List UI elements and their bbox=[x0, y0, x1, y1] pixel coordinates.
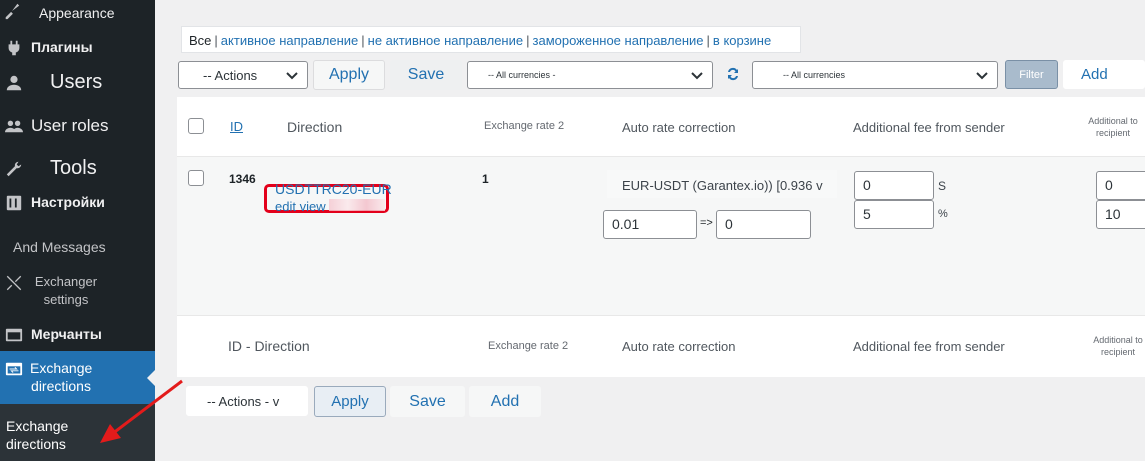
fee-sender-fixed-input[interactable]: 0 bbox=[854, 171, 934, 200]
fee-sender-fixed-unit: S bbox=[938, 179, 947, 193]
exchange-directions-icon bbox=[5, 360, 23, 378]
chevron-down-icon bbox=[691, 72, 703, 80]
save-button-bottom[interactable]: Save bbox=[390, 386, 465, 417]
chevron-down-icon bbox=[976, 72, 988, 80]
wrench-icon bbox=[5, 160, 23, 178]
auto-rate-to-input[interactable]: 0 bbox=[716, 210, 811, 239]
paintbrush-icon bbox=[3, 2, 21, 20]
sidebar-label-settings: Настройки bbox=[31, 194, 105, 210]
chevron-down-icon bbox=[286, 72, 298, 80]
table-footer-row: ID - Direction Exchange rate 2 Auto rate… bbox=[177, 315, 1145, 377]
sidebar-item-merchants[interactable]: Мерчанты bbox=[0, 323, 155, 347]
sidebar-item-users[interactable]: Users bbox=[0, 70, 155, 96]
auto-rate-source-select[interactable]: EUR-USDT (Garantex.io)) [0.936 v bbox=[607, 170, 837, 198]
row-checkbox[interactable] bbox=[188, 170, 204, 186]
auto-rate-from-input[interactable]: 0.01 bbox=[603, 210, 697, 239]
bulk-actions-value: -- Actions bbox=[203, 67, 258, 83]
column-header-id[interactable]: ID bbox=[230, 119, 243, 134]
row-id: 1346 bbox=[229, 172, 256, 186]
column-header-direction: Direction bbox=[287, 119, 343, 135]
add-button-bottom[interactable]: Add bbox=[469, 386, 541, 417]
bulk-actions-select-bottom[interactable]: -- Actions - v bbox=[186, 386, 308, 416]
sidebar-item-exchange-directions[interactable]: Exchange directions bbox=[0, 351, 155, 404]
active-menu-caret bbox=[147, 370, 155, 386]
filter-inactive[interactable]: не активное направление bbox=[368, 33, 523, 48]
sidebar-item-exchanger-settings[interactable]: Exchanger settings bbox=[0, 270, 155, 312]
sidebar-label-exchanger-settings: Exchanger settings bbox=[34, 274, 98, 307]
apply-button-top[interactable]: Apply bbox=[313, 60, 385, 90]
currency-from-value: -- All currencies - bbox=[488, 70, 556, 80]
plugin-icon bbox=[5, 39, 23, 57]
submenu-item-exchange-directions[interactable]: Exchange directions bbox=[0, 404, 155, 461]
filter-button[interactable]: Filter bbox=[1005, 60, 1058, 89]
submenu-label-exchange-directions: Exchange directions bbox=[6, 418, 69, 452]
column-header-fee-recipient: Additional to recipient bbox=[1088, 116, 1138, 138]
sidebar-label-exchange-directions: Exchange directions bbox=[30, 360, 93, 394]
edit-view-link[interactable]: edit view bbox=[275, 199, 326, 214]
currency-from-select[interactable]: -- All currencies - bbox=[467, 61, 713, 89]
fee-recipient-fixed-input[interactable]: 0 bbox=[1096, 171, 1145, 200]
sidebar-label-appearance: Appearance bbox=[39, 5, 115, 21]
sidebar-item-and-messages[interactable]: And Messages bbox=[0, 236, 155, 258]
sidebar-label-tools: Tools bbox=[50, 157, 97, 179]
auto-rate-arrow: => bbox=[700, 217, 713, 229]
swap-currencies-icon[interactable] bbox=[724, 65, 742, 83]
footer-auto-rate: Auto rate correction bbox=[622, 339, 736, 354]
row-exchange-rate: 1 bbox=[482, 172, 489, 186]
footer-fee-sender: Additional fee from sender bbox=[853, 339, 1005, 354]
settings-icon bbox=[5, 194, 23, 212]
user-icon bbox=[5, 74, 23, 92]
column-header-fee-sender: Additional fee from sender bbox=[853, 120, 1005, 135]
footer-id-direction: ID - Direction bbox=[228, 338, 310, 354]
currency-to-select[interactable]: -- All currencies bbox=[752, 61, 998, 89]
apply-button-bottom[interactable]: Apply bbox=[314, 386, 386, 417]
footer-fee-recipient: Additional to recipient bbox=[1093, 335, 1143, 357]
bulk-actions-bottom-value: -- Actions - v bbox=[207, 393, 280, 409]
direction-link[interactable]: USDTTRC20-EUR bbox=[275, 181, 392, 197]
users-group-icon bbox=[5, 117, 23, 135]
sidebar-item-settings[interactable]: Настройки bbox=[0, 191, 155, 215]
fee-sender-percent-input[interactable]: 5 bbox=[854, 200, 934, 229]
sidebar-label-users: Users bbox=[50, 71, 103, 93]
table-header-row: ID Direction Exchange rate 2 Auto rate c… bbox=[177, 97, 1145, 157]
column-header-exchange-rate: Exchange rate 2 bbox=[484, 120, 565, 132]
bulk-actions-select-top[interactable]: -- Actions bbox=[178, 61, 308, 89]
column-header-auto-rate: Auto rate correction bbox=[622, 120, 736, 135]
filter-active[interactable]: активное направление bbox=[221, 33, 358, 48]
sidebar-item-plugins[interactable]: Плагины bbox=[0, 36, 155, 60]
table-row: 1346 USDTTRC20-EUR edit view 1 EUR-USDT … bbox=[177, 157, 1145, 315]
status-filter-links: Все | активное направление | не активное нап… bbox=[181, 26, 801, 53]
admin-sidebar: Appearance Плагины Users User roles Tool… bbox=[0, 0, 155, 461]
merchant-window-icon bbox=[5, 326, 23, 344]
add-button-top[interactable]: Add bbox=[1063, 60, 1145, 89]
tools-cross-icon bbox=[5, 274, 23, 292]
sidebar-item-tools[interactable]: Tools bbox=[0, 156, 155, 182]
sidebar-label-user-roles: User roles bbox=[31, 116, 109, 135]
sidebar-label-merchants: Мерчанты bbox=[31, 326, 102, 342]
sidebar-item-appearance[interactable]: Appearance bbox=[0, 0, 155, 24]
filter-trash[interactable]: в корзине bbox=[713, 33, 771, 48]
fee-recipient-percent-input[interactable]: 10 bbox=[1096, 200, 1145, 229]
save-button-top[interactable]: Save bbox=[390, 60, 462, 90]
sidebar-label-plugins: Плагины bbox=[31, 39, 93, 55]
select-all-checkbox[interactable] bbox=[188, 118, 204, 134]
sidebar-item-user-roles[interactable]: User roles bbox=[0, 113, 155, 139]
exchange-directions-table: ID Direction Exchange rate 2 Auto rate c… bbox=[177, 97, 1145, 377]
filter-all[interactable]: Все bbox=[189, 33, 211, 48]
redacted-links bbox=[329, 199, 385, 211]
footer-exchange-rate: Exchange rate 2 bbox=[488, 340, 569, 352]
filter-frozen[interactable]: замороженное направление bbox=[533, 33, 704, 48]
sidebar-label-and-messages: And Messages bbox=[13, 239, 106, 255]
currency-to-value: -- All currencies bbox=[783, 70, 846, 80]
fee-sender-percent-unit: % bbox=[938, 208, 948, 220]
